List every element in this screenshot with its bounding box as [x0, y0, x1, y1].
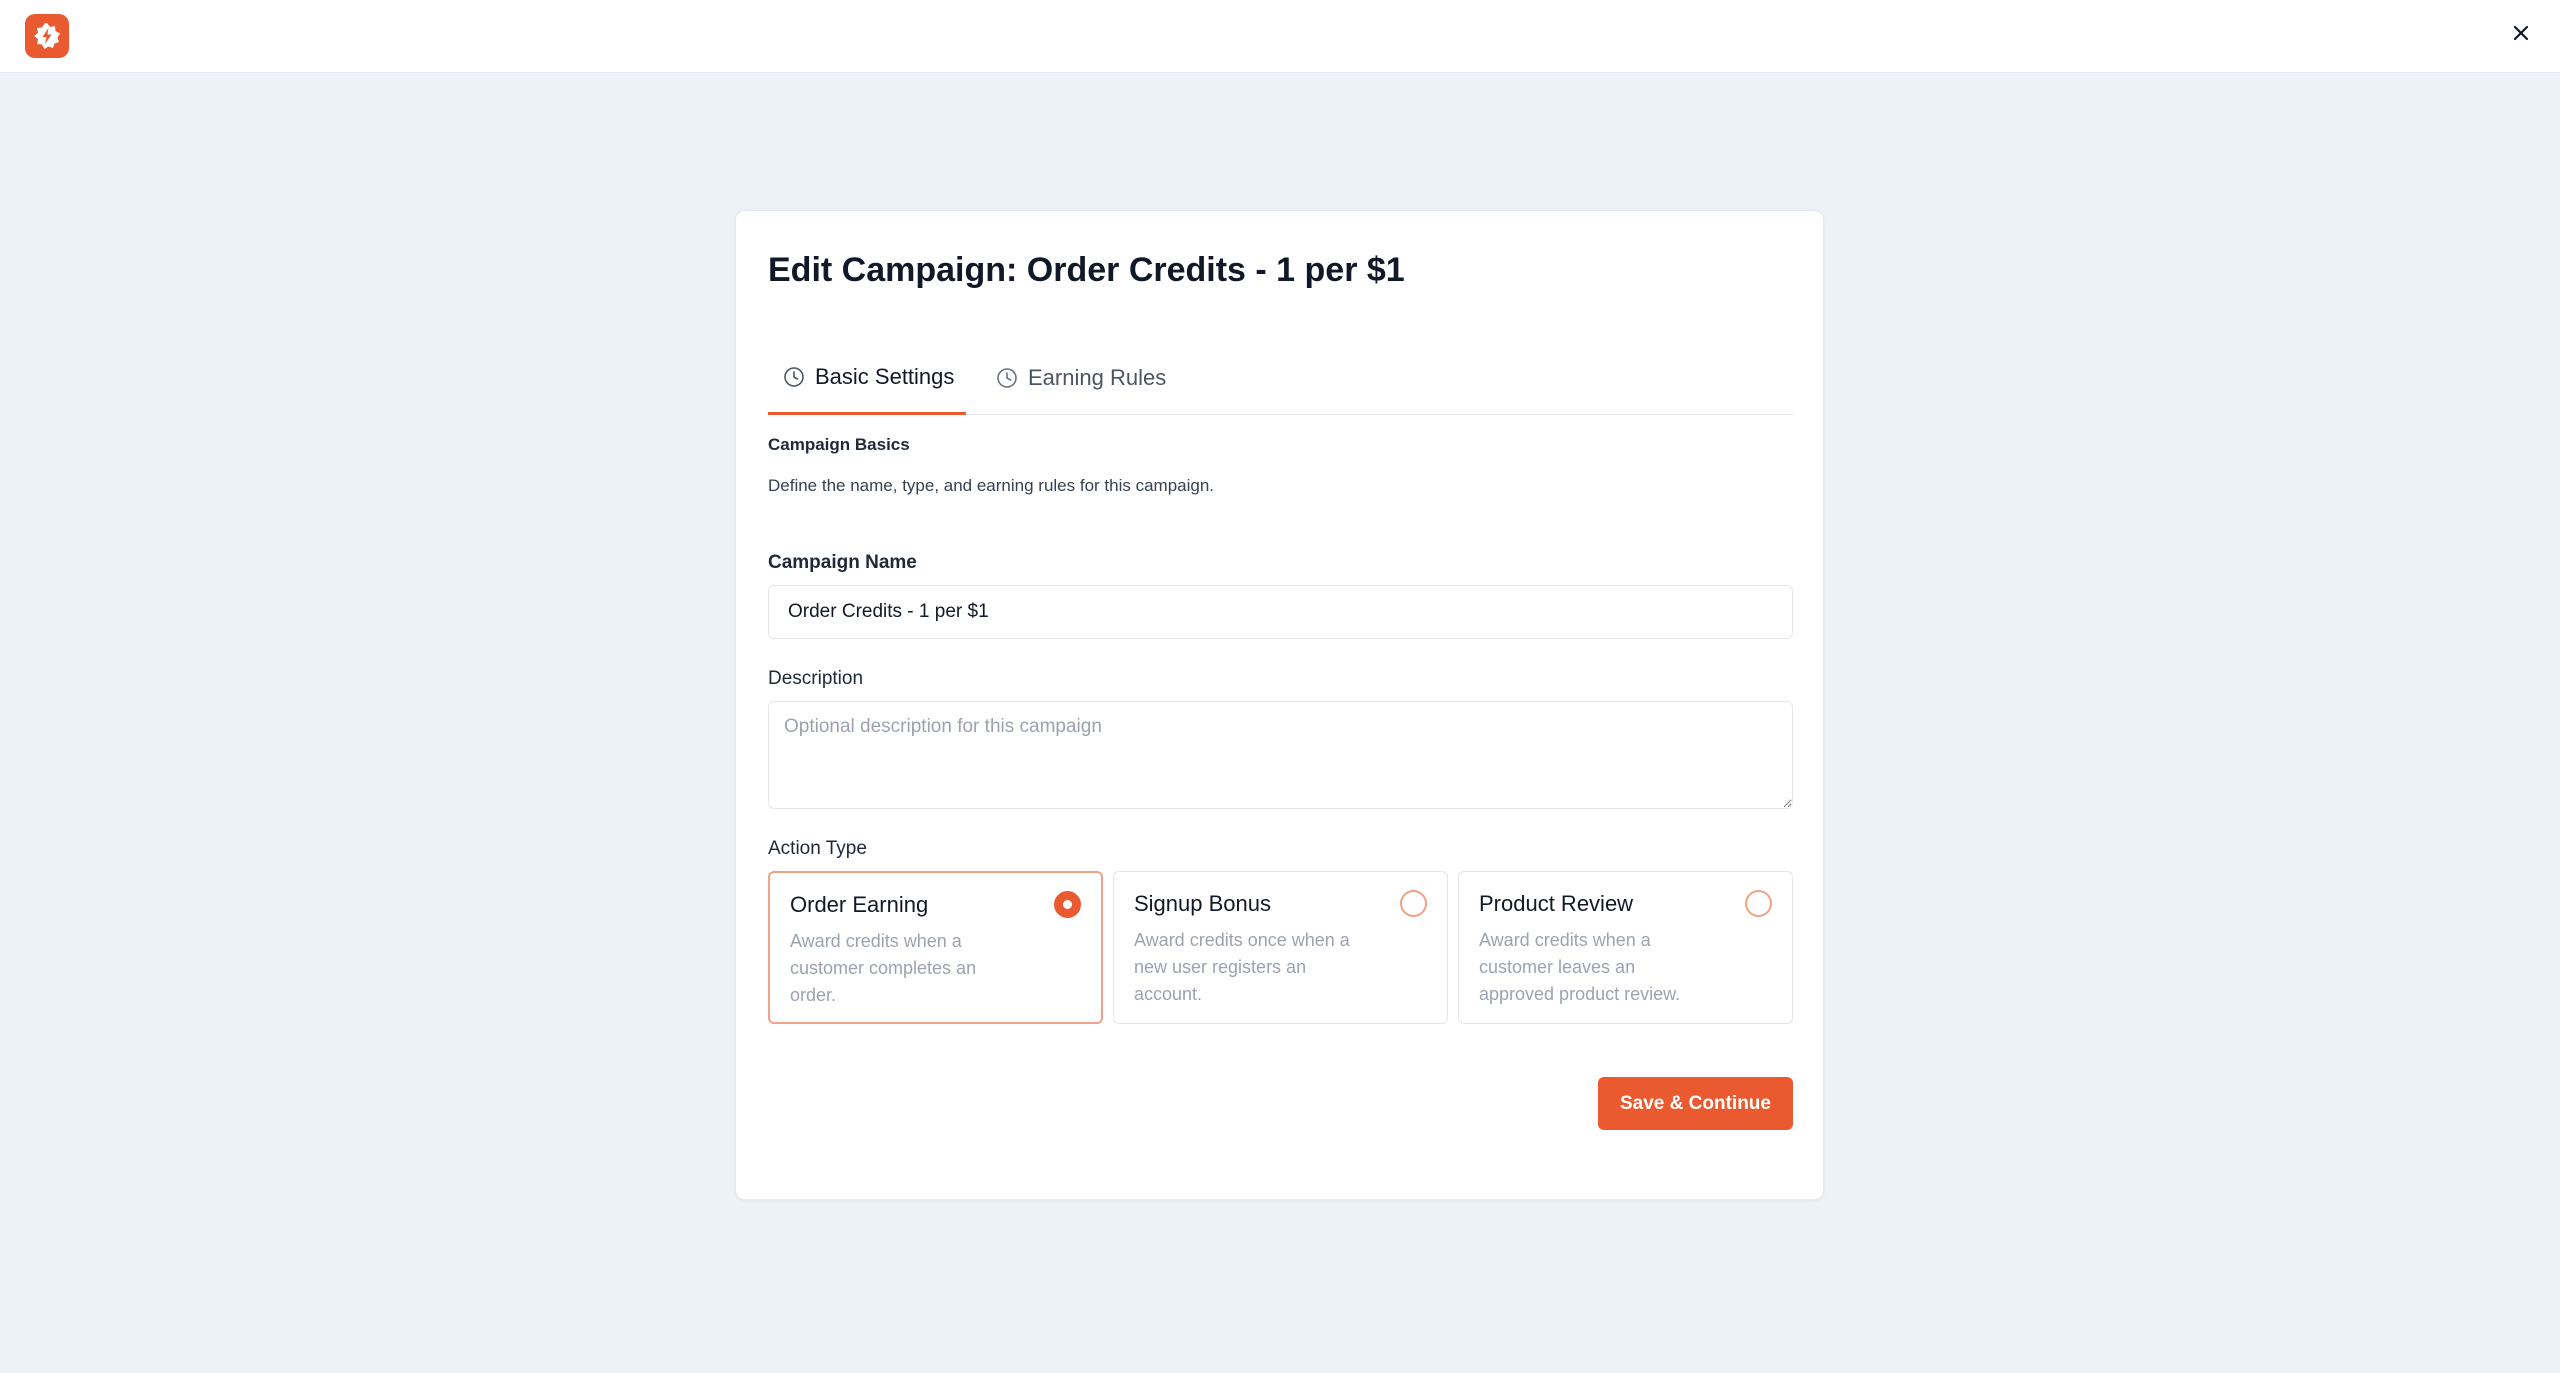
top-bar	[0, 0, 2560, 73]
section-title: Campaign Basics	[768, 435, 910, 454]
tab-earning-rules[interactable]: Earning Rules	[996, 341, 1176, 415]
close-icon	[2513, 25, 2529, 41]
option-title: Signup Bonus	[1134, 891, 1271, 916]
edit-campaign-card: Edit Campaign: Order Credits - 1 per $1 …	[735, 210, 1824, 1200]
action-type-label: Action Type	[768, 838, 867, 859]
tab-label: Basic Settings	[815, 363, 955, 389]
tab-label: Earning Rules	[1028, 365, 1167, 390]
description-label: Description	[768, 668, 864, 689]
radio-button[interactable]	[1745, 890, 1772, 917]
action-option-signup-bonus[interactable]: Signup Bonus Award credits once when a n…	[1113, 871, 1448, 1024]
save-continue-button[interactable]: Save & Continue	[1598, 1077, 1793, 1130]
option-title: Product Review	[1479, 891, 1634, 916]
option-description: Award credits when a customer completes …	[790, 931, 977, 1005]
option-title: Order Earning	[790, 892, 929, 917]
action-option-product-review[interactable]: Product Review Award credits when a cust…	[1458, 871, 1793, 1024]
logo-badge-icon[interactable]	[25, 14, 69, 58]
option-description: Award credits when a customer leaves an …	[1479, 930, 1681, 1004]
action-option-order-earning[interactable]: Order Earning Award credits when a custo…	[768, 871, 1103, 1024]
campaign-name-label: Campaign Name	[768, 552, 917, 573]
clock-icon	[783, 366, 805, 388]
radio-button[interactable]	[1400, 890, 1427, 917]
description-textarea[interactable]	[768, 701, 1793, 809]
section-description: Define the name, type, and earning rules…	[768, 476, 1215, 495]
page-title: Edit Campaign: Order Credits - 1 per $1	[768, 251, 1405, 289]
clock-icon	[996, 367, 1018, 389]
tab-basic-settings[interactable]: Basic Settings	[768, 341, 966, 415]
radio-button[interactable]	[1054, 891, 1081, 918]
close-button[interactable]	[2508, 20, 2534, 46]
option-description: Award credits once when a new user regis…	[1134, 930, 1350, 1004]
campaign-name-input[interactable]	[768, 585, 1793, 639]
tab-bar: Basic Settings Earning Rules	[768, 341, 1793, 415]
